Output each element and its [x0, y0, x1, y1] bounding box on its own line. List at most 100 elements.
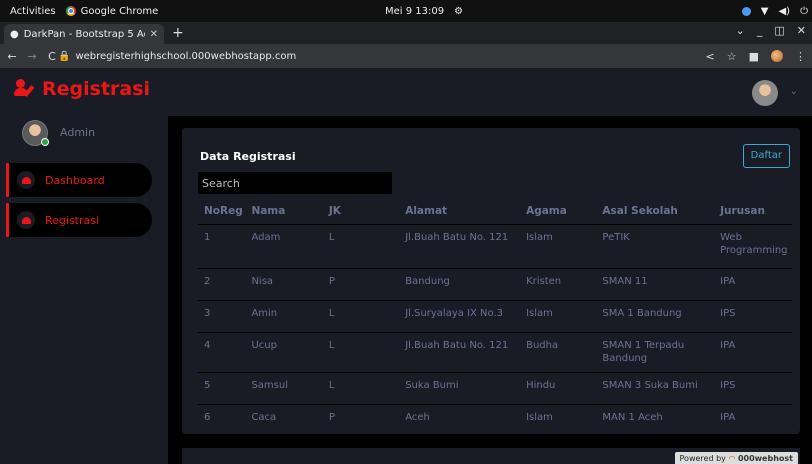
table-row: 6 Caca P Aceh Islam MAN 1 Aceh IPA — [198, 404, 792, 437]
table-cell: Kristen — [520, 268, 597, 301]
brand-logo[interactable]: Registrasi — [14, 78, 150, 100]
host-name: 000webhost — [737, 454, 793, 463]
table-cell: PeTIK — [596, 224, 715, 269]
table-cell: 2 — [198, 268, 246, 301]
webhost-logo-icon: ◠ — [728, 454, 736, 463]
clock[interactable]: Mei 9 13:09 ⚙ — [385, 6, 463, 17]
brand-title: Registrasi — [42, 78, 151, 100]
table-cell: Suka Bumi — [399, 372, 521, 405]
table-cell: Jl.Buah Batu No. 121 — [399, 332, 521, 373]
back-arrow-icon[interactable]: ← — [4, 50, 20, 63]
browser-tab[interactable]: ● DarkPan - Bootstrap 5 Ad ✕ — [4, 24, 164, 44]
avatar[interactable] — [752, 80, 778, 106]
table-cell: SMA 1 Bandung — [596, 300, 715, 333]
restore-icon[interactable]: ◫ — [774, 24, 784, 37]
forward-arrow-icon[interactable]: → — [24, 50, 40, 63]
table-cell: IPA — [714, 332, 792, 373]
dashboard-gauge-icon — [17, 171, 35, 189]
tab-title: DarkPan - Bootstrap 5 Ad — [23, 28, 145, 40]
registration-table: NoReg Nama JK Alamat Agama Asal Sekolah … — [198, 198, 792, 437]
lock-icon: 🔒 — [58, 50, 71, 62]
window-controls: ⌄ _ ◫ ✕ — [736, 24, 812, 37]
system-tray[interactable]: ▼ ◀) ⏻ — [741, 5, 812, 17]
chrome-icon — [65, 6, 76, 16]
sidebar-item-label: Dashboard — [45, 173, 105, 187]
tab-strip: ● DarkPan - Bootstrap 5 Ad ✕ + ⌄ _ ◫ ✕ — [0, 22, 812, 44]
table-cell: IPS — [714, 372, 792, 405]
sidebar-item-dashboard[interactable]: Dashboard — [6, 163, 152, 197]
new-tab-button[interactable]: + — [164, 24, 192, 44]
profile-avatar-icon[interactable] — [771, 50, 783, 62]
url-field[interactable]: 🔒 webregisterhighschool.000webhostapp.co… — [58, 47, 738, 65]
table-cell: SMAN 1 Terpadu Bandung — [596, 332, 715, 373]
settings-gear-icon: ⚙ — [454, 5, 464, 17]
column-header: Asal Sekolah — [596, 198, 715, 225]
table-cell: IPA — [714, 268, 792, 301]
app-menu[interactable]: Google Chrome — [65, 5, 159, 17]
table-row: 2 Nisa P Bandung Kristen SMAN 11 IPA — [198, 268, 792, 301]
powered-by-badge[interactable]: Powered by ◠ 000webhost — [674, 452, 798, 464]
table-cell: Budha — [520, 332, 597, 373]
power-icon: ⏻ — [800, 5, 808, 17]
table-row: 5 Samsul L Suka Bumi Hindu SMAN 3 Suka B… — [198, 372, 792, 405]
top-navbar: ⌄ — [168, 68, 812, 116]
dashboard-gauge-icon — [17, 211, 35, 229]
more-menu-icon[interactable]: ⋮ — [795, 50, 806, 63]
user-edit-icon — [14, 79, 36, 99]
table-cell: MAN 1 Aceh — [596, 404, 715, 437]
sidebar-panel-icon[interactable]: ■ — [749, 50, 759, 63]
table-cell: Nisa — [245, 268, 323, 301]
url-text: webregisterhighschool.000webhostapp.com — [75, 50, 297, 62]
search-input[interactable] — [198, 172, 392, 194]
sidebar: Registrasi Admin Dashboard Registrasi — [0, 68, 168, 464]
powered-by-text: Powered by — [679, 454, 726, 463]
table-cell: Caca — [245, 404, 323, 437]
table-row: 4 Ucup L Jl.Buah Batu No. 121 Budha SMAN… — [198, 332, 792, 373]
address-bar: ← → C 🔒 webregisterhighschool.000webhost… — [0, 44, 812, 68]
table-cell: 4 — [198, 332, 246, 373]
table-cell: IPS — [714, 300, 792, 333]
tab-favicon-icon: ● — [10, 28, 19, 40]
close-window-icon[interactable]: ✕ — [797, 24, 806, 37]
table-cell: Aceh — [399, 404, 521, 437]
column-header: NoReg — [198, 198, 246, 225]
table-cell: Samsul — [245, 372, 323, 405]
sidebar-item-registrasi[interactable]: Registrasi — [6, 203, 152, 237]
column-header: Agama — [520, 198, 597, 225]
table-cell: Jl.Buah Batu No. 121 — [399, 224, 521, 269]
user-name: Admin — [60, 126, 96, 139]
activities-button[interactable]: Activities — [0, 6, 66, 17]
daftar-button[interactable]: Daftar — [742, 144, 790, 168]
share-icon[interactable]: < — [706, 50, 715, 63]
table-cell: 5 — [198, 372, 246, 405]
close-tab-icon[interactable]: ✕ — [150, 29, 158, 40]
tab-search-chevron-icon[interactable]: ⌄ — [736, 24, 745, 37]
table-cell: Islam — [520, 404, 597, 437]
online-status-icon — [41, 138, 49, 146]
table-cell: 1 — [198, 224, 246, 269]
table-cell: SMAN 11 — [596, 268, 715, 301]
table-cell: P — [322, 268, 400, 301]
table-cell: Bandung — [399, 268, 521, 301]
minimize-icon[interactable]: _ — [757, 24, 763, 37]
sidebar-user: Admin — [22, 120, 95, 146]
column-header: Jurusan — [714, 198, 792, 225]
table-cell: L — [322, 300, 400, 333]
card-title: Data Registrasi — [200, 150, 296, 163]
clock-text: Mei 9 13:09 — [385, 5, 445, 17]
footer-card: Powered by ◠ 000webhost — [182, 448, 800, 464]
table-cell: Amin — [245, 300, 323, 333]
table-cell: Jl.Suryalaya IX No.3 — [399, 300, 521, 333]
table-row: 3 Amin L Jl.Suryalaya IX No.3 Islam SMA … — [198, 300, 792, 333]
table-cell: L — [322, 372, 400, 405]
table-cell: IPA — [714, 404, 792, 437]
table-cell: Web Programming — [714, 224, 792, 269]
table-cell: 3 — [198, 300, 246, 333]
sidebar-item-label: Registrasi — [45, 213, 100, 227]
app-name: Google Chrome — [80, 5, 159, 17]
table-header-row: NoReg Nama JK Alamat Agama Asal Sekolah … — [198, 198, 792, 225]
bookmark-star-icon[interactable]: ☆ — [727, 50, 737, 63]
chevron-down-icon[interactable]: ⌄ — [790, 86, 798, 97]
avatar — [22, 120, 49, 146]
wifi-icon: ▼ — [760, 5, 769, 17]
